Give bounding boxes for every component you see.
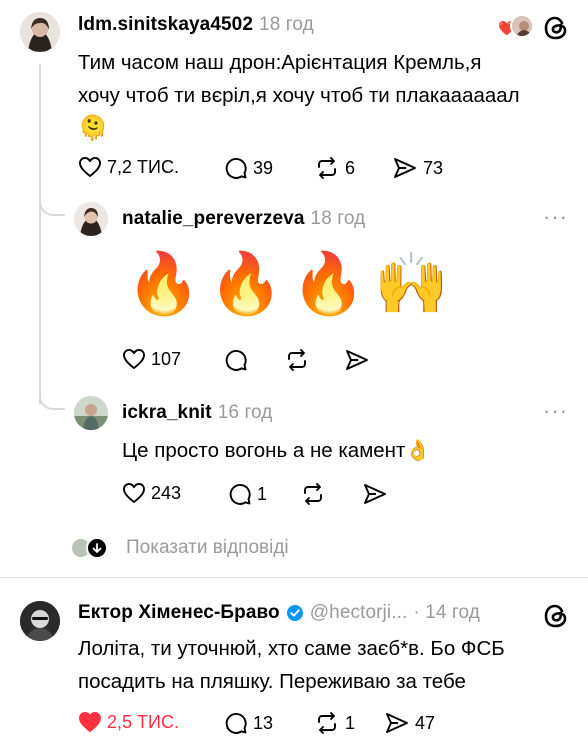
- username[interactable]: natalie_pereverzeva: [122, 208, 305, 229]
- liker-avatar: [510, 14, 534, 38]
- threads-logo-icon[interactable]: [543, 602, 569, 630]
- avatar[interactable]: [74, 396, 108, 430]
- reply-header: natalie_pereverzeva 18 год: [122, 208, 365, 230]
- repost-icon: [288, 349, 306, 371]
- show-replies-label[interactable]: Показати відповіді: [126, 537, 289, 559]
- share-icon: [394, 158, 416, 178]
- like-count: 2,5 ТИС.: [107, 711, 179, 732]
- heart-icon: [79, 157, 101, 177]
- repost-icon: [318, 712, 336, 734]
- comment-icon: [225, 713, 247, 734]
- share-button[interactable]: [362, 482, 388, 506]
- thread-line: [39, 64, 41, 404]
- username[interactable]: ickra_knit: [122, 402, 212, 423]
- share-button[interactable]: [344, 348, 370, 372]
- post-header: ldm.sinitskaya4502 18 год: [78, 14, 314, 36]
- like-button[interactable]: 107: [122, 348, 181, 370]
- threads-logo-icon[interactable]: [543, 14, 569, 42]
- comment-button[interactable]: 13: [224, 711, 273, 735]
- comment-count: 13: [253, 712, 274, 733]
- comment-icon: [225, 350, 247, 371]
- timestamp: 18 год: [310, 208, 366, 229]
- post-text: Тим часом наш дрон:Арієнтация Кремль,я х…: [78, 46, 568, 145]
- heart-icon: [123, 349, 145, 369]
- repost-button[interactable]: [300, 482, 326, 506]
- like-count: 243: [151, 482, 182, 503]
- divider: [0, 577, 588, 578]
- expand-replies-icon: [86, 537, 108, 559]
- share-count: 73: [423, 157, 444, 178]
- comment-button[interactable]: [224, 348, 248, 372]
- post-text-line-2: посадить на пляшку. Переживаю за тебе: [78, 670, 466, 693]
- reply-header: ickra_knit 16 год: [122, 402, 273, 424]
- user-handle[interactable]: @hectorji...: [310, 602, 408, 624]
- comment-button[interactable]: 1: [228, 482, 267, 506]
- liked-by-indicator[interactable]: ❤️: [498, 14, 536, 40]
- username[interactable]: Ектор Хіменес-Браво: [78, 602, 280, 624]
- share-button[interactable]: 73: [392, 156, 443, 180]
- share-icon: [346, 350, 368, 370]
- repost-count: 1: [345, 712, 356, 733]
- repost-button[interactable]: 6: [314, 156, 355, 180]
- post-emoji: 🫠: [78, 115, 108, 142]
- like-button[interactable]: 2,5 ТИС.: [78, 711, 179, 733]
- share-button[interactable]: 47: [384, 711, 435, 735]
- like-button[interactable]: 243: [122, 482, 181, 504]
- verified-badge-icon: [286, 605, 303, 621]
- repost-button[interactable]: 1: [314, 711, 355, 735]
- avatar[interactable]: [20, 12, 60, 52]
- heart-icon: [123, 483, 145, 503]
- repost-icon: [318, 157, 336, 179]
- avatar[interactable]: [74, 202, 108, 236]
- repost-count: 6: [345, 157, 356, 178]
- thread-curve: [39, 190, 65, 216]
- timestamp: 16 год: [217, 402, 273, 423]
- repost-button[interactable]: [284, 348, 310, 372]
- timestamp: · 14 год: [413, 602, 480, 623]
- reply-text: Це просто вогонь а не камент👌: [122, 439, 431, 462]
- repost-icon: [304, 483, 322, 505]
- show-replies-row[interactable]: Показати відповіді: [70, 536, 289, 560]
- thread-curve: [39, 384, 65, 410]
- comment-count: 39: [253, 157, 274, 178]
- post-header: Ектор Хіменес-Браво @hectorji... · 14 го…: [78, 602, 480, 624]
- more-options-button[interactable]: ···: [543, 206, 568, 228]
- share-icon: [386, 713, 408, 733]
- heart-filled-icon: [79, 712, 101, 732]
- comment-icon: [229, 484, 251, 505]
- comment-icon: [225, 158, 247, 179]
- reply-emojis: 🔥🔥🔥🙌: [126, 250, 457, 317]
- post-text-line-1: Лоліта, ти уточнюй, хто саме заєб*в. Бо …: [78, 637, 505, 660]
- comment-button[interactable]: 39: [224, 156, 273, 180]
- like-button[interactable]: 7,2 ТИС.: [78, 156, 179, 178]
- avatar[interactable]: [20, 601, 60, 641]
- share-count: 47: [415, 712, 436, 733]
- timestamp: 18 год: [259, 14, 314, 35]
- like-count: 7,2 ТИС.: [107, 156, 179, 177]
- post-text: Лоліта, ти уточнюй, хто саме заєб*в. Бо …: [78, 632, 573, 698]
- avatar-photo: [20, 12, 60, 52]
- like-count: 107: [151, 348, 182, 369]
- more-options-button[interactable]: ···: [543, 400, 568, 422]
- comment-count: 1: [257, 483, 268, 504]
- post-text-line-1: Тим часом наш дрон:Арієнтация Кремль,я: [78, 51, 482, 74]
- share-icon: [364, 484, 386, 504]
- post-text-line-2: хочу чтоб ти вєріл,я хочу чтоб ти плакаа…: [78, 84, 520, 107]
- username[interactable]: ldm.sinitskaya4502: [78, 14, 253, 35]
